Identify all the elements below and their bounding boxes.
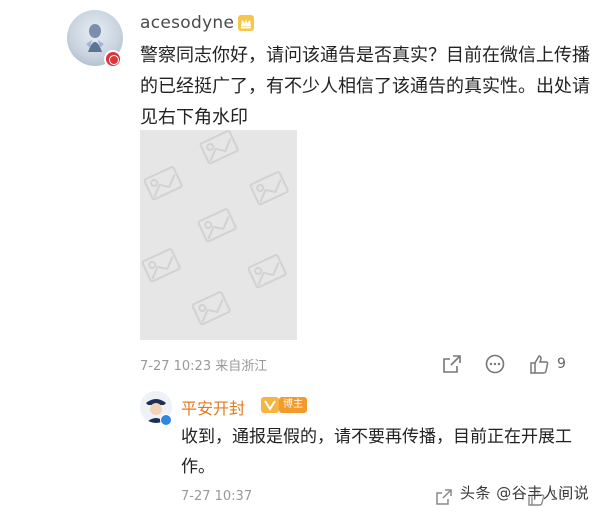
reply-text: 收到，通报是假的，请不要再传播，目前正在开展工作。 (181, 427, 572, 477)
comment-time-location: 7-27 10:23 来自浙江 (140, 359, 268, 374)
image-placeholder-icon (141, 130, 289, 326)
crown-icon (238, 15, 254, 31)
reply-time: 7-27 10:37 (181, 489, 253, 504)
comment-text: 警察同志你好，请问该通告是否真实？目前在微信上传播的已经挺广了，有不少人相信了该… (140, 45, 590, 128)
verified-badge-icon (104, 50, 122, 68)
reply-username[interactable]: 平安开封 (181, 395, 245, 419)
comment-icon[interactable] (484, 353, 506, 375)
share-icon[interactable] (441, 353, 463, 375)
avatar-figure-icon (86, 24, 104, 52)
reply-share-icon[interactable] (434, 487, 454, 507)
source-watermark: 头条 @谷丰人间说 (460, 484, 590, 502)
verified-blue-icon (160, 414, 172, 426)
comment-image[interactable] (140, 130, 297, 340)
like-icon[interactable] (528, 353, 550, 375)
like-count: 9 (557, 356, 566, 372)
vip-icon (261, 397, 279, 413)
blogger-tag: 博主 (279, 397, 307, 413)
comment-username[interactable]: acesodyne (140, 13, 234, 33)
